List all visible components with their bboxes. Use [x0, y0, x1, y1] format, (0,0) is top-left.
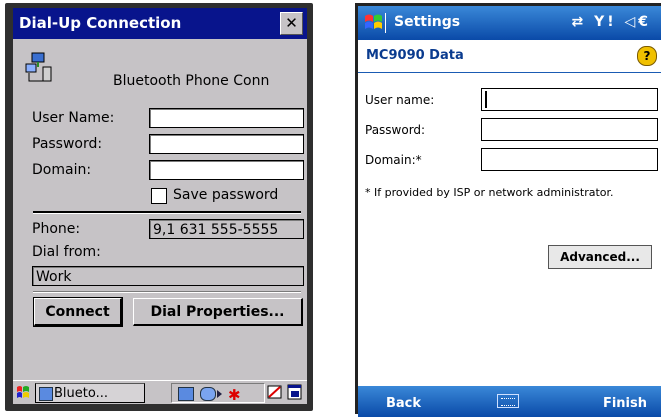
ce-dialog: Dial-Up Connection ✕ Bluetooth Phone Con… — [13, 8, 307, 404]
wm-subheader: MC9090 Data ? — [358, 40, 661, 73]
status-icons[interactable]: ⇄ Y! ◁€ — [571, 14, 651, 30]
domain-field[interactable] — [149, 160, 304, 180]
phone-label: Phone: — [32, 221, 81, 237]
separator — [33, 211, 301, 214]
password-label: Password: — [32, 136, 103, 152]
network-tray-icon[interactable] — [178, 387, 194, 401]
separator — [33, 291, 301, 293]
wm-settings-screen: Settings ⇄ Y! ◁€ MC9090 Data ? User name… — [355, 3, 661, 417]
domain-label: Domain:* — [365, 153, 422, 167]
wm-title: Settings — [394, 14, 461, 30]
user-name-field[interactable] — [481, 88, 658, 111]
start-menu-icon[interactable] — [15, 383, 33, 403]
start-menu-icon[interactable] — [362, 11, 388, 35]
password-field[interactable] — [149, 134, 304, 154]
password-label: Password: — [365, 123, 426, 137]
switch-window-icon[interactable] — [287, 383, 305, 403]
ce-taskbar: Blueto... ✱ — [13, 380, 307, 404]
ce-titlebar: Dial-Up Connection ✕ — [13, 8, 307, 39]
dial-properties-button[interactable]: Dial Properties... — [133, 298, 303, 326]
phone-field[interactable]: 9,1 631 555-5555 — [149, 219, 304, 239]
system-tray: ✱ — [171, 383, 265, 404]
connect-button[interactable]: Connect — [33, 297, 123, 327]
connection-subtitle: MC9090 Data — [366, 48, 464, 63]
keyboard-icon[interactable] — [497, 394, 519, 408]
advanced-button[interactable]: Advanced... — [548, 245, 652, 269]
connection-name: Bluetooth Phone Conn — [113, 73, 270, 89]
isp-note: * If provided by ISP or network administ… — [365, 186, 614, 199]
arrow-icon — [217, 390, 222, 398]
bluetooth-icon[interactable] — [200, 387, 216, 401]
ce-device-frame: Dial-Up Connection ✕ Bluetooth Phone Con… — [5, 3, 313, 411]
text-caret — [485, 91, 487, 108]
save-password-label: Save password — [173, 187, 279, 203]
taskbar-app-button[interactable]: Blueto... — [35, 383, 145, 403]
user-name-field[interactable] — [149, 108, 304, 128]
network-connection-icon — [23, 51, 59, 85]
help-icon[interactable]: ? — [637, 46, 657, 66]
ce-dialog-title: Dial-Up Connection — [19, 14, 182, 32]
password-field[interactable] — [481, 118, 658, 141]
dial-from-field[interactable]: Work — [32, 266, 304, 286]
finish-softkey[interactable]: Finish — [603, 396, 647, 411]
dial-from-label: Dial from: — [32, 244, 101, 260]
user-name-label: User Name: — [32, 110, 115, 126]
signal-star-icon[interactable]: ✱ — [228, 385, 241, 404]
back-softkey[interactable]: Back — [386, 396, 421, 411]
taskbar-app-label: Blueto... — [54, 386, 108, 401]
bluetooth-app-icon — [39, 387, 53, 401]
user-name-label: User name: — [365, 93, 435, 107]
domain-field[interactable] — [481, 148, 658, 171]
domain-label: Domain: — [32, 162, 92, 178]
save-password-checkbox[interactable] — [151, 188, 167, 204]
desktop-icon[interactable] — [267, 383, 285, 403]
softkey-bar: Back Finish — [358, 386, 661, 417]
close-button[interactable]: ✕ — [280, 12, 303, 35]
wm-titlebar: Settings ⇄ Y! ◁€ — [358, 6, 661, 40]
